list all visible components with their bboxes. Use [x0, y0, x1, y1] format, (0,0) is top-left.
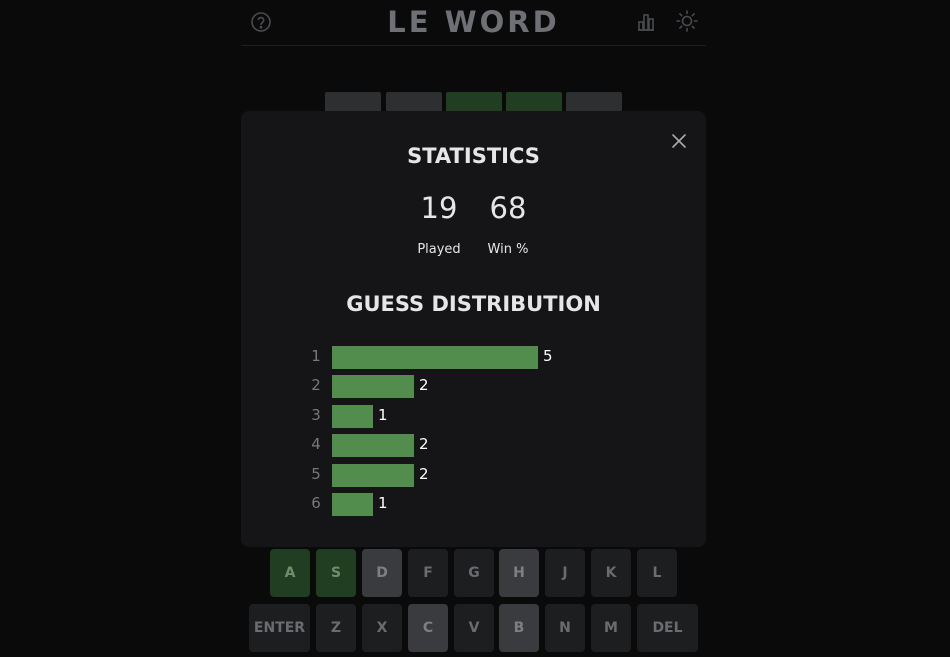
stat-played: 19 Played [399, 189, 479, 257]
distribution-count: 2 [419, 464, 429, 483]
statistics-modal: STATISTICS 19 Played 68 Win % GUESS DIST… [241, 111, 706, 547]
distribution-bar [332, 492, 373, 516]
key-l[interactable]: L [637, 549, 677, 597]
distribution-guess-label: 5 [311, 464, 321, 483]
distribution-count: 2 [419, 435, 429, 454]
distribution-bar [332, 346, 538, 369]
key-g[interactable]: G [454, 549, 494, 597]
key-k[interactable]: K [591, 549, 631, 597]
distribution-count: 5 [543, 347, 553, 365]
distribution-count: 1 [378, 405, 388, 424]
sun-icon[interactable] [675, 9, 699, 33]
distribution-bar [332, 434, 414, 458]
distribution-guess-label: 4 [311, 435, 321, 454]
distribution-bar [332, 463, 414, 487]
key-n[interactable]: N [545, 604, 585, 652]
distribution-guess-label: 2 [311, 376, 321, 395]
distribution-guess-label: 6 [311, 493, 321, 512]
key-x[interactable]: X [362, 604, 402, 652]
key-z[interactable]: Z [316, 604, 356, 652]
stat-label: Win % [487, 242, 529, 257]
stat-value: 68 [489, 191, 527, 225]
key-d[interactable]: D [362, 549, 402, 597]
distribution-bar [332, 404, 373, 428]
key-c[interactable]: C [408, 604, 448, 652]
distribution-guess-label: 3 [311, 405, 321, 424]
key-s[interactable]: S [316, 549, 356, 597]
distribution-bar [332, 375, 414, 399]
key-j[interactable]: J [545, 549, 585, 597]
stat-value: 19 [420, 191, 458, 225]
key-v[interactable]: V [454, 604, 494, 652]
header: LE WORD [241, 0, 706, 46]
statistics-title: STATISTICS [407, 144, 540, 168]
key-del[interactable]: DEL [637, 604, 698, 652]
distribution-count: 2 [419, 376, 429, 395]
guess-distribution-title: GUESS DISTRIBUTION [346, 292, 601, 316]
key-enter[interactable]: ENTER [249, 604, 310, 652]
bar-chart-icon[interactable] [634, 10, 658, 34]
game-screen: LE WORD STATISTICS 19 Played 68 Win % GU… [0, 0, 950, 657]
key-a[interactable]: A [270, 549, 310, 597]
key-m[interactable]: M [591, 604, 631, 652]
stat-label: Played [417, 242, 461, 257]
key-b[interactable]: B [499, 604, 539, 652]
key-h[interactable]: H [499, 549, 539, 597]
stat-win-percent: 68 Win % [468, 189, 548, 257]
key-f[interactable]: F [408, 549, 448, 597]
distribution-guess-label: 1 [311, 347, 321, 365]
distribution-count: 1 [378, 493, 388, 512]
